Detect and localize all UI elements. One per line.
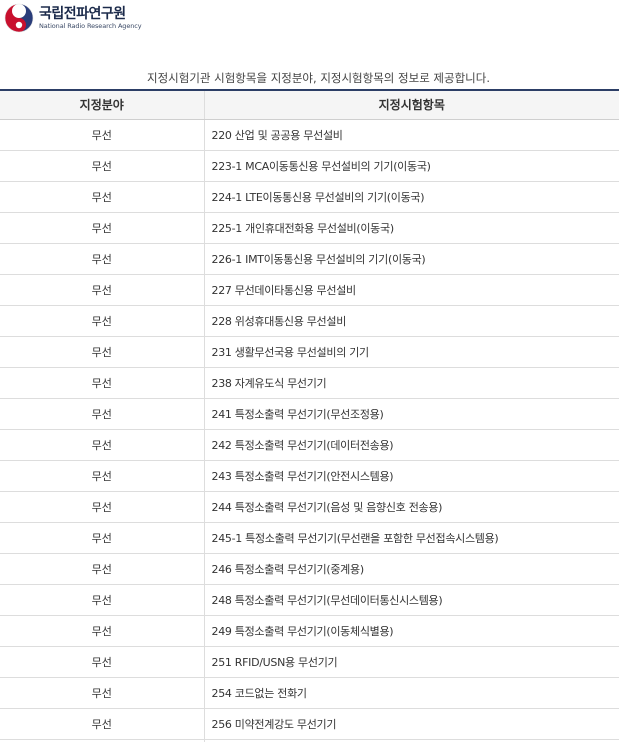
test-item-cell: 242 특정소출력 무선기기(데이터전송용) <box>204 429 619 461</box>
field-cell: 무선 <box>0 336 205 368</box>
table-row: 무선 238 자계유도식 무선기기 <box>0 367 619 399</box>
test-item-cell: 241 특정소출력 무선기기(무선조정용) <box>204 398 619 430</box>
test-items-table-container: 지정분야 지정시험항목 무선 220 산업 및 공공용 무선설비 무선 223-1 M… <box>0 89 619 742</box>
field-cell: 무선 <box>0 522 205 554</box>
test-item-cell: 223-1 MCA이동통신용 무선설비의 기기(이동국) <box>204 150 619 182</box>
test-item-cell: 231 생활무선국용 무선설비의 기기 <box>204 336 619 368</box>
field-cell: 무선 <box>0 460 205 492</box>
test-item-cell: 238 자계유도식 무선기기 <box>204 367 619 399</box>
table-row: 무선 223-1 MCA이동통신용 무선설비의 기기(이동국) <box>0 150 619 182</box>
table-row: 무선 231 생활무선국용 무선설비의 기기 <box>0 336 619 368</box>
field-cell: 무선 <box>0 150 205 182</box>
test-item-cell: 227 무선데이타통신용 무선설비 <box>204 274 619 306</box>
test-item-cell: 256 미약전계강도 무선기기 <box>204 708 619 740</box>
table-row: 무선 220 산업 및 공공용 무선설비 <box>0 119 619 151</box>
field-cell: 무선 <box>0 181 205 213</box>
test-item-cell: 244 특정소출력 무선기기(음성 및 음향신호 전송용) <box>204 491 619 523</box>
field-cell: 무선 <box>0 677 205 709</box>
taegeuk-emblem-icon <box>4 3 34 33</box>
column-header-field: 지정분야 <box>0 89 205 120</box>
test-item-cell: 228 위성휴대통신용 무선설비 <box>204 305 619 337</box>
table-body: 무선 220 산업 및 공공용 무선설비 무선 223-1 MCA이동통신용 무선설비… <box>0 119 619 742</box>
test-item-cell: 243 특정소출력 무선기기(안전시스템용) <box>204 460 619 492</box>
test-item-cell: 248 특정소출력 무선기기(무선데이터통신시스템용) <box>204 584 619 616</box>
test-item-cell: 220 산업 및 공공용 무선설비 <box>204 119 619 151</box>
test-item-cell: 254 코드없는 전화기 <box>204 677 619 709</box>
field-cell: 무선 <box>0 553 205 585</box>
field-cell: 무선 <box>0 212 205 244</box>
field-cell: 무선 <box>0 274 205 306</box>
table-row: 무선 242 특정소출력 무선기기(데이터전송용) <box>0 429 619 461</box>
intro-text: 지정시험기관 시험항목을 지정분야, 지정시험항목의 정보로 제공합니다. <box>147 71 490 85</box>
agency-logo[interactable]: 국립전파연구원 National Radio Research Agency <box>4 3 142 33</box>
table-row: 무선 243 특정소출력 무선기기(안전시스템용) <box>0 460 619 492</box>
table-row: 무선 246 특정소출력 무선기기(중계용) <box>0 553 619 585</box>
table-row: 무선 225-1 개인휴대전화용 무선설비(이동국) <box>0 212 619 244</box>
field-cell: 무선 <box>0 398 205 430</box>
field-cell: 무선 <box>0 615 205 647</box>
table-row: 무선 251 RFID/USN용 무선기기 <box>0 646 619 678</box>
table-row: 무선 226-1 IMT이동통신용 무선설비의 기기(이동국) <box>0 243 619 275</box>
agency-name-english: National Radio Research Agency <box>39 21 142 30</box>
test-item-cell: 225-1 개인휴대전화용 무선설비(이동국) <box>204 212 619 244</box>
table-row: 무선 227 무선데이타통신용 무선설비 <box>0 274 619 306</box>
test-item-cell: 246 특정소출력 무선기기(중계용) <box>204 553 619 585</box>
site-header: 국립전파연구원 National Radio Research Agency <box>0 0 619 40</box>
field-cell: 무선 <box>0 119 205 151</box>
table-row: 무선 249 특정소출력 무선기기(이동체식별용) <box>0 615 619 647</box>
field-cell: 무선 <box>0 646 205 678</box>
table-header-row: 지정분야 지정시험항목 <box>0 89 619 120</box>
table-row: 무선 245-1 특정소출력 무선기기(무선랜을 포함한 무선접속시스템용) <box>0 522 619 554</box>
field-cell: 무선 <box>0 305 205 337</box>
table-row: 무선 241 특정소출력 무선기기(무선조정용) <box>0 398 619 430</box>
test-item-cell: 224-1 LTE이동통신용 무선설비의 기기(이동국) <box>204 181 619 213</box>
field-cell: 무선 <box>0 584 205 616</box>
field-cell: 무선 <box>0 429 205 461</box>
table-row: 무선 228 위성휴대통신용 무선설비 <box>0 305 619 337</box>
field-cell: 무선 <box>0 708 205 740</box>
table-row: 무선 248 특정소출력 무선기기(무선데이터통신시스템용) <box>0 584 619 616</box>
field-cell: 무선 <box>0 491 205 523</box>
test-items-table: 지정분야 지정시험항목 무선 220 산업 및 공공용 무선설비 무선 223-1 M… <box>0 89 619 742</box>
field-cell: 무선 <box>0 367 205 399</box>
test-item-cell: 249 특정소출력 무선기기(이동체식별용) <box>204 615 619 647</box>
table-row: 무선 254 코드없는 전화기 <box>0 677 619 709</box>
table-row: 무선 256 미약전계강도 무선기기 <box>0 708 619 740</box>
table-row: 무선 224-1 LTE이동통신용 무선설비의 기기(이동국) <box>0 181 619 213</box>
agency-name-korean: 국립전파연구원 <box>39 5 126 22</box>
table-row: 무선 244 특정소출력 무선기기(음성 및 음향신호 전송용) <box>0 491 619 523</box>
test-item-cell: 245-1 특정소출력 무선기기(무선랜을 포함한 무선접속시스템용) <box>204 522 619 554</box>
column-header-test-item: 지정시험항목 <box>204 89 619 120</box>
field-cell: 무선 <box>0 243 205 275</box>
test-item-cell: 226-1 IMT이동통신용 무선설비의 기기(이동국) <box>204 243 619 275</box>
test-item-cell: 251 RFID/USN용 무선기기 <box>204 646 619 678</box>
